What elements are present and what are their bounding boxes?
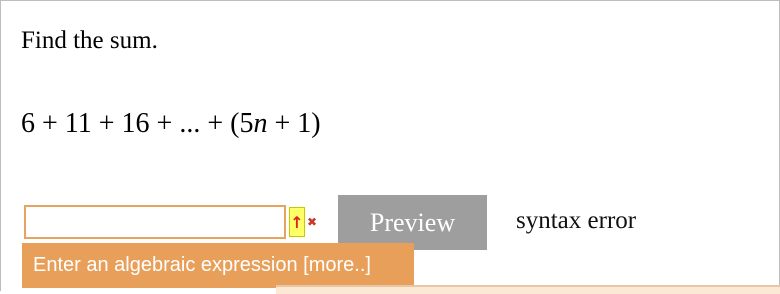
hint-shadow — [276, 285, 780, 294]
arrow-up-icon[interactable]: ↑ — [289, 207, 305, 237]
equation-suffix: + 1) — [267, 108, 321, 139]
equation-prefix: 6 + 11 + 16 + ... + (5 — [21, 108, 254, 139]
equation-variable: n — [253, 108, 268, 139]
status-text: syntax error — [516, 207, 637, 234]
error-x-icon: ✖ — [307, 215, 318, 229]
answer-input[interactable] — [24, 205, 286, 239]
question-prompt: Find the sum. — [21, 27, 158, 54]
preview-button[interactable]: Preview — [338, 195, 487, 250]
sum-equation: 6 + 11 + 16 + ... + (5n + 1) — [21, 108, 321, 140]
hint-tooltip[interactable]: Enter an algebraic expression [more..] — [22, 243, 414, 288]
